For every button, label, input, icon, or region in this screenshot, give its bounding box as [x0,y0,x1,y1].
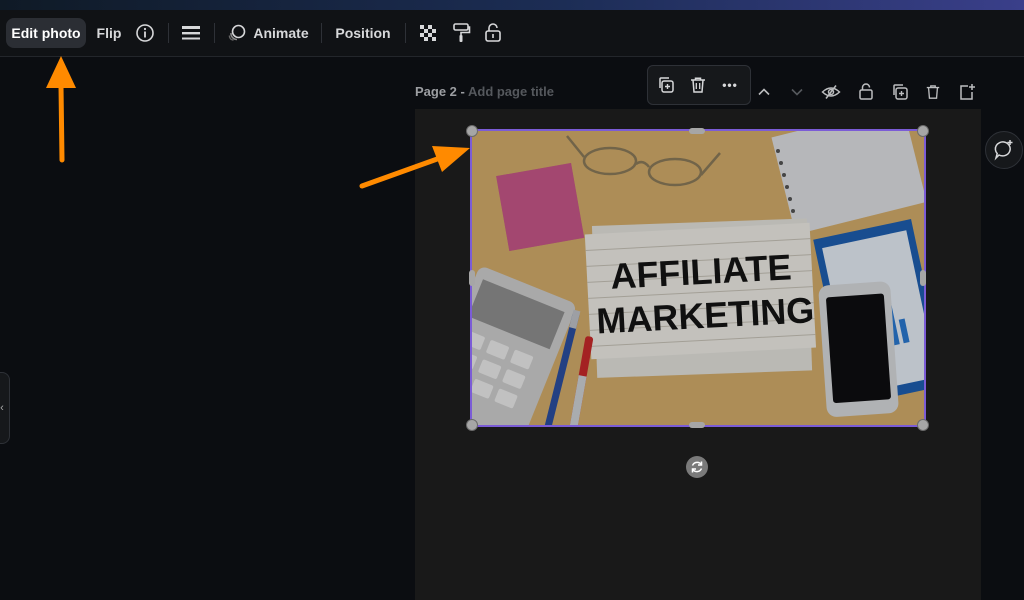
add-comment-button[interactable] [985,131,1023,169]
toolbar-divider [405,23,406,43]
delete-element-button[interactable] [686,73,710,97]
rotate-handle[interactable] [686,456,708,478]
duplicate-page-button[interactable] [889,81,911,103]
annotation-arrow-up [46,56,76,163]
move-page-down-button[interactable] [786,81,808,103]
resize-handle-top-right[interactable] [917,125,929,137]
top-gradient-bar [0,0,1024,10]
more-options-button[interactable]: ••• [718,73,742,97]
toolbar-divider [168,23,169,43]
duplicate-element-button[interactable] [654,73,678,97]
transparency-button[interactable] [415,18,441,48]
collapse-side-panel-tab[interactable]: ‹ [0,372,10,444]
duplicate-icon [659,77,674,93]
position-button[interactable]: Position [330,18,396,48]
page-title-bar: Page 2 - Add page title [415,84,554,99]
copy-style-button[interactable] [448,18,474,48]
info-icon [136,24,154,42]
hide-page-button[interactable] [820,81,842,103]
lock-button[interactable] [480,18,506,48]
paint-roller-icon [453,23,471,42]
border-style-button[interactable] [178,18,204,48]
resize-handle-top-left[interactable] [466,125,478,137]
lock-icon [485,23,501,42]
resize-handle-bottom[interactable] [689,422,705,428]
line-weight-icon [182,26,200,40]
resize-handle-bottom-right[interactable] [917,419,929,431]
editor-toolbar: Edit photo Flip Animate Position [0,10,1024,57]
add-page-button[interactable] [956,81,978,103]
info-button[interactable] [132,18,158,48]
animate-label: Animate [253,25,309,41]
add-page-icon [960,84,975,100]
delete-page-button[interactable] [922,81,944,103]
toolbar-divider [214,23,215,43]
duplicate-icon [893,84,908,100]
comment-add-icon [994,140,1013,161]
affiliate-marketing-photo: AFFILIATE MARKETING [472,131,924,425]
animate-icon [229,24,246,41]
transparency-icon [420,25,436,41]
flip-button[interactable]: Flip [92,18,126,48]
resize-handle-right[interactable] [920,270,926,286]
edit-photo-button[interactable]: Edit photo [6,18,86,48]
resize-handle-bottom-left[interactable] [466,419,478,431]
resize-handle-left[interactable] [469,270,475,286]
lock-page-button[interactable] [855,81,877,103]
hide-icon [821,85,841,99]
chevron-down-icon [791,88,803,96]
more-icon: ••• [722,78,738,92]
lock-icon [859,83,873,100]
delete-icon [926,85,940,99]
chevron-up-icon [758,88,770,96]
move-page-up-button[interactable] [753,81,775,103]
toolbar-divider [321,23,322,43]
page-label: Page 2 - [415,84,468,99]
animate-button[interactable]: Animate [224,18,312,48]
delete-icon [691,77,705,93]
collapse-glyph: ‹ [0,402,4,414]
element-floating-toolbar: ••• [647,65,751,105]
rotate-icon [691,461,703,473]
page-title-input[interactable]: Add page title [468,84,554,99]
resize-handle-top[interactable] [689,128,705,134]
selected-photo[interactable]: AFFILIATE MARKETING [470,129,926,427]
